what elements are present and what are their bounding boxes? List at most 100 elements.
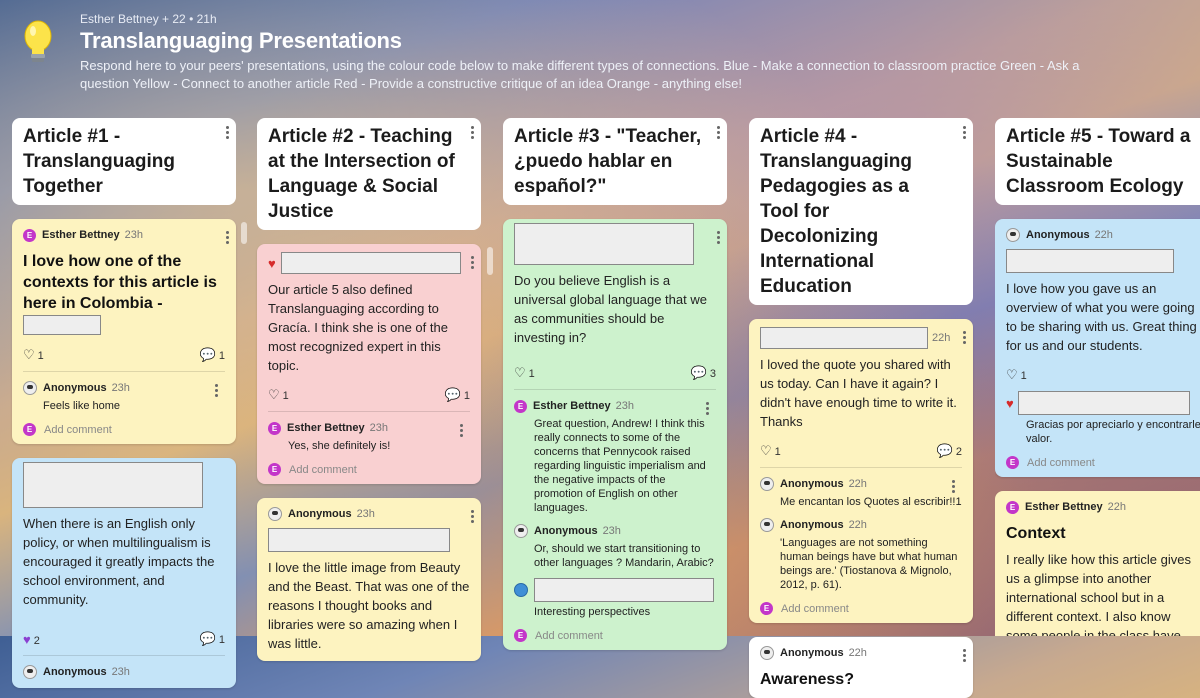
heart-icon: ♡ xyxy=(514,365,526,380)
avatar: E xyxy=(514,399,527,413)
more-options-icon[interactable] xyxy=(963,329,967,346)
comment: E Esther Bettney 23h Great question, And… xyxy=(514,398,716,515)
column-title: Article #2 - Teaching at the Intersectio… xyxy=(268,126,455,222)
post-card[interactable]: E Esther Bettney 23h I love how one of t… xyxy=(12,219,236,444)
post-card[interactable]: Do you believe English is a universal gl… xyxy=(503,219,727,650)
more-options-icon[interactable] xyxy=(226,229,230,246)
comments-count[interactable]: 💬 1 xyxy=(200,631,225,647)
post-card[interactable]: Anonymous 22h I love how you gave us an … xyxy=(995,219,1200,477)
post-card[interactable]: E Esther Bettney 22h Context I really li… xyxy=(995,491,1200,636)
add-comment-input[interactable]: E Add comment xyxy=(760,602,962,615)
post-body: When there is an English only policy, or… xyxy=(23,516,215,607)
post-body: Our article 5 also defined Translanguagi… xyxy=(268,282,448,373)
reactions-bar: ♡ 1 💬 3 xyxy=(514,365,716,390)
post-card[interactable]: When there is an English only policy, or… xyxy=(12,458,236,688)
add-comment-input[interactable]: E Add comment xyxy=(268,463,470,476)
column-article-4: Article #4 - Translanguaging Pedagogies … xyxy=(749,118,973,698)
comment: Anonymous 23h Feels like home xyxy=(23,380,225,413)
redacted-block xyxy=(760,327,928,349)
scrollbar[interactable] xyxy=(241,222,247,244)
post-author: E Esther Bettney 22h xyxy=(1006,499,1200,515)
comments-count[interactable]: 💬 1 xyxy=(445,387,470,403)
comment: Anonymous 22h Me encantan los Quotes al … xyxy=(760,476,962,509)
more-options-icon[interactable] xyxy=(952,478,956,495)
column-title: Article #4 - Translanguaging Pedagogies … xyxy=(760,126,913,297)
more-options-icon[interactable] xyxy=(215,382,219,399)
column-header: Article #4 - Translanguaging Pedagogies … xyxy=(749,118,973,305)
like-button[interactable]: ♡ 1 xyxy=(268,387,289,403)
redacted-block xyxy=(1017,391,1190,415)
like-button[interactable]: ♡ 1 xyxy=(1006,367,1027,383)
column-header: Article #2 - Teaching at the Intersectio… xyxy=(257,118,481,230)
post-author: Anonymous 22h xyxy=(1006,227,1200,243)
board-header: Esther Bettney + 22 • 21h Translanguagin… xyxy=(0,0,1200,112)
globe-icon xyxy=(514,583,528,597)
column-article-1: Article #1 - Translanguaging Together E … xyxy=(12,118,236,688)
scrollbar[interactable] xyxy=(487,247,493,275)
heart-icon: ♡ xyxy=(268,387,280,402)
post-author: Anonymous 22h xyxy=(760,645,962,661)
comment: E Esther Bettney 23h Yes, she definitely… xyxy=(268,420,470,453)
more-options-icon[interactable] xyxy=(471,124,475,141)
add-comment-input[interactable]: E Add comment xyxy=(23,423,225,436)
avatar xyxy=(760,646,774,660)
comments-count[interactable]: 💬 3 xyxy=(691,365,716,381)
lightbulb-icon xyxy=(24,20,52,62)
column-title: Article #5 - Toward a Sustainable Classr… xyxy=(1006,126,1191,197)
avatar: E xyxy=(23,228,36,242)
more-options-icon[interactable] xyxy=(460,422,464,439)
column-header: Article #3 - "Teacher, ¿puedo hablar en … xyxy=(503,118,727,205)
more-options-icon[interactable] xyxy=(706,400,710,417)
avatar xyxy=(514,524,528,538)
avatar xyxy=(23,665,37,679)
redacted-block xyxy=(514,223,694,265)
comment: Anonymous 23h Or, should we start transi… xyxy=(514,523,716,570)
more-options-icon[interactable] xyxy=(226,124,230,141)
post-body: I really like how this article gives us … xyxy=(1006,552,1191,636)
comment: Anonymous 23h xyxy=(23,664,225,680)
more-options-icon[interactable] xyxy=(471,254,475,271)
more-options-icon[interactable] xyxy=(963,647,967,664)
redacted-block xyxy=(534,578,714,602)
like-button[interactable]: ♡ 1 xyxy=(514,365,535,381)
column-article-5: Article #5 - Toward a Sustainable Classr… xyxy=(995,118,1200,636)
like-button[interactable]: ♡ 1 xyxy=(23,347,44,363)
comments-count[interactable]: 💬 1 xyxy=(200,347,225,363)
column-article-3: Article #3 - "Teacher, ¿puedo hablar en … xyxy=(503,118,727,650)
column-title: Article #3 - "Teacher, ¿puedo hablar en … xyxy=(514,126,702,197)
redacted-block xyxy=(280,252,461,274)
avatar xyxy=(1006,228,1020,242)
add-comment-input[interactable]: E Add comment xyxy=(1006,456,1200,469)
avatar xyxy=(760,518,774,532)
column-header: Article #1 - Translanguaging Together xyxy=(12,118,236,205)
post-card[interactable]: Anonymous 23h I love the little image fr… xyxy=(257,498,481,661)
avatar xyxy=(760,477,774,491)
comments-count[interactable]: 💬 2 xyxy=(937,443,962,459)
avatar: E xyxy=(268,421,281,435)
heart-icon: ♥ xyxy=(268,255,276,271)
column-article-2: Article #2 - Teaching at the Intersectio… xyxy=(257,118,481,661)
heart-icon: ♡ xyxy=(23,347,35,362)
redacted-block xyxy=(1006,249,1174,273)
post-card[interactable]: Anonymous 22h Awareness? xyxy=(749,637,973,698)
reactions-bar: ♡ 1 💬 1 xyxy=(23,347,225,372)
reactions-bar: ♥ 2 💬 1 xyxy=(23,631,225,656)
more-options-icon[interactable] xyxy=(717,124,721,141)
board-description: Respond here to your peers' presentation… xyxy=(80,58,1080,91)
more-options-icon[interactable] xyxy=(471,508,475,525)
redacted-block xyxy=(23,462,203,508)
like-button[interactable]: ♥ 2 xyxy=(23,632,40,647)
post-title: I love how one of the contexts for this … xyxy=(23,251,225,335)
post-card[interactable]: ♥ Our article 5 also defined Translangua… xyxy=(257,244,481,484)
like-button[interactable]: ♡ 1 xyxy=(760,443,781,459)
comment: Anonymous 22h 'Languages are not somethi… xyxy=(760,517,962,592)
more-options-icon[interactable] xyxy=(717,229,721,246)
more-options-icon[interactable] xyxy=(963,124,967,141)
heart-icon: ♥ xyxy=(23,631,31,647)
redacted-block xyxy=(268,528,450,552)
post-card[interactable]: 22h I loved the quote you shared with us… xyxy=(749,319,973,623)
post-body: I loved the quote you shared with us tod… xyxy=(760,357,957,429)
comment: ♥ Gracias por apreciarlo y encontrarle v… xyxy=(1006,391,1200,446)
comment-icon: 💬 xyxy=(199,631,216,646)
comment: Interesting perspectives xyxy=(514,578,716,619)
